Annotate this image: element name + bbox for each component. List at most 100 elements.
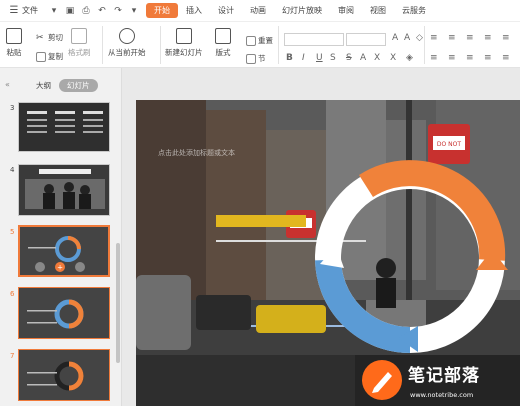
thumbnail-graphic	[19, 288, 109, 338]
watermark-title: 笔记部落	[408, 366, 480, 386]
reset-label: 重置	[258, 36, 273, 45]
dropdown-arrow-icon[interactable]: ▾	[129, 6, 139, 16]
divider	[424, 26, 425, 64]
slide-number: 6	[10, 290, 15, 298]
tab-home[interactable]: 开始	[146, 3, 178, 18]
cut-button[interactable]: ✂ 剪切	[36, 32, 63, 43]
italic-icon[interactable]: I	[302, 53, 305, 63]
slide-number: 3	[10, 104, 15, 112]
brush-icon	[71, 28, 88, 44]
bullet-list-icon[interactable]: ≡	[430, 33, 438, 43]
format-painter-button[interactable]: 格式刷	[68, 28, 91, 58]
paste-label: 粘贴	[6, 48, 22, 57]
align-right-icon[interactable]: ≡	[466, 53, 474, 63]
tab-outline[interactable]: 大纲	[28, 79, 59, 92]
play-from-current-button[interactable]: 从当前开始	[108, 28, 146, 58]
eraser-icon[interactable]: ◈	[406, 53, 413, 63]
underline-icon[interactable]: U	[316, 53, 323, 63]
copy-button[interactable]: 复制	[36, 51, 63, 62]
redo-icon[interactable]: ↷	[113, 6, 123, 16]
copy-label: 复制	[48, 52, 63, 61]
distribute-icon[interactable]: ≡	[502, 53, 510, 63]
paste-icon	[6, 28, 22, 44]
scissors-icon: ✂	[36, 32, 44, 43]
font-color-icon[interactable]: A	[360, 53, 366, 63]
play-from-current-label: 从当前开始	[108, 48, 146, 57]
thumbnail-graphic	[19, 165, 109, 215]
new-slide-label: 新建幻灯片	[165, 48, 203, 57]
panel-scrollbar[interactable]	[116, 243, 120, 363]
thumbnail-graphic	[19, 103, 109, 151]
cut-label: 剪切	[48, 33, 63, 42]
divider	[102, 26, 103, 64]
font-family-select[interactable]	[284, 33, 344, 46]
align-center-icon[interactable]: ≡	[448, 53, 456, 63]
subscript-icon[interactable]: X	[390, 53, 396, 63]
superscript-icon[interactable]: X	[374, 53, 380, 63]
outdent-icon[interactable]: ≡	[484, 33, 492, 43]
svg-text:+: +	[57, 264, 63, 272]
slide-panel: « 大纲 幻灯片 3 4 5 + 6 7	[0, 68, 122, 406]
tab-slides[interactable]: 幻灯片	[59, 78, 98, 92]
layout-button[interactable]: 版式	[215, 28, 231, 58]
slide-thumbnail-3[interactable]	[18, 102, 110, 152]
slide-thumbnail-6[interactable]	[18, 287, 110, 339]
save-icon[interactable]: ▣	[65, 6, 75, 16]
format-painter-label: 格式刷	[68, 48, 91, 57]
slide-number: 7	[10, 352, 15, 360]
decrease-font-icon[interactable]: A	[404, 33, 410, 43]
watermark-url: www.notetribe.com	[410, 391, 474, 399]
slide-thumbnail-4[interactable]	[18, 164, 110, 216]
tab-review[interactable]: 审阅	[330, 5, 362, 16]
shadow-icon[interactable]: S	[330, 53, 336, 63]
divider	[278, 26, 279, 64]
dropdown-arrow-icon[interactable]: ▾	[49, 6, 59, 16]
slide-placeholder-text[interactable]: 点击此处添加标题或文本	[158, 148, 235, 158]
align-left-icon[interactable]: ≡	[430, 53, 438, 63]
hamburger-icon[interactable]: ☰	[9, 5, 19, 16]
slide-number: 4	[10, 166, 15, 174]
thumbnail-graphic: +	[20, 227, 108, 275]
section-button[interactable]: 节	[246, 53, 266, 64]
ribbon-toolbar: 粘贴 ✂ 剪切 复制 格式刷 从当前开始 新建幻灯片 版式 重置 节 A A ◇…	[0, 22, 520, 68]
thumbnail-graphic	[19, 350, 109, 400]
divider	[160, 26, 161, 64]
paste-button[interactable]: 粘贴	[6, 28, 22, 58]
font-size-select[interactable]	[346, 33, 386, 46]
print-icon[interactable]: ⎙	[81, 6, 91, 16]
copy-icon	[36, 51, 46, 62]
play-icon	[118, 28, 135, 44]
tab-view[interactable]: 视图	[362, 5, 394, 16]
tab-cloud[interactable]: 云服务	[394, 5, 434, 16]
numbered-list-icon[interactable]: ≡	[448, 33, 456, 43]
new-slide-icon	[175, 28, 192, 44]
slide-thumbnail-7[interactable]	[18, 349, 110, 401]
slide-number: 5	[10, 228, 15, 236]
file-menu[interactable]: 文件	[22, 5, 46, 16]
tab-slideshow[interactable]: 幻灯片放映	[274, 5, 330, 16]
undo-icon[interactable]: ↶	[97, 6, 107, 16]
tab-design[interactable]: 设计	[210, 5, 242, 16]
slide-thumbnail-5[interactable]: +	[18, 225, 110, 277]
reset-icon	[246, 35, 256, 46]
layout-icon	[215, 28, 231, 44]
justify-icon[interactable]: ≡	[484, 53, 492, 63]
section-label: 节	[258, 54, 266, 63]
reset-button[interactable]: 重置	[246, 35, 273, 46]
tab-insert[interactable]: 插入	[178, 5, 210, 16]
menu-bar: ☰ 文件 ▾ ▣ ⎙ ↶ ↷ ▾ 开始 插入 设计 动画 幻灯片放映 审阅 视图…	[0, 0, 520, 22]
pencil-icon	[372, 372, 392, 393]
section-icon	[246, 53, 256, 64]
new-slide-button[interactable]: 新建幻灯片	[165, 28, 203, 58]
line-spacing-icon[interactable]: ≡	[502, 33, 510, 43]
increase-font-icon[interactable]: A	[392, 33, 398, 43]
indent-icon[interactable]: ≡	[466, 33, 474, 43]
bold-icon[interactable]: B	[286, 53, 293, 63]
strikethrough-icon[interactable]: S	[346, 53, 352, 63]
svg-text:DO NOT: DO NOT	[437, 141, 461, 148]
panel-tabs: 大纲 幻灯片	[0, 78, 122, 92]
tab-animation[interactable]: 动画	[242, 5, 274, 16]
pencil-logo-icon	[362, 360, 402, 400]
layout-label: 版式	[215, 48, 231, 57]
clear-format-icon[interactable]: ◇	[416, 33, 423, 43]
